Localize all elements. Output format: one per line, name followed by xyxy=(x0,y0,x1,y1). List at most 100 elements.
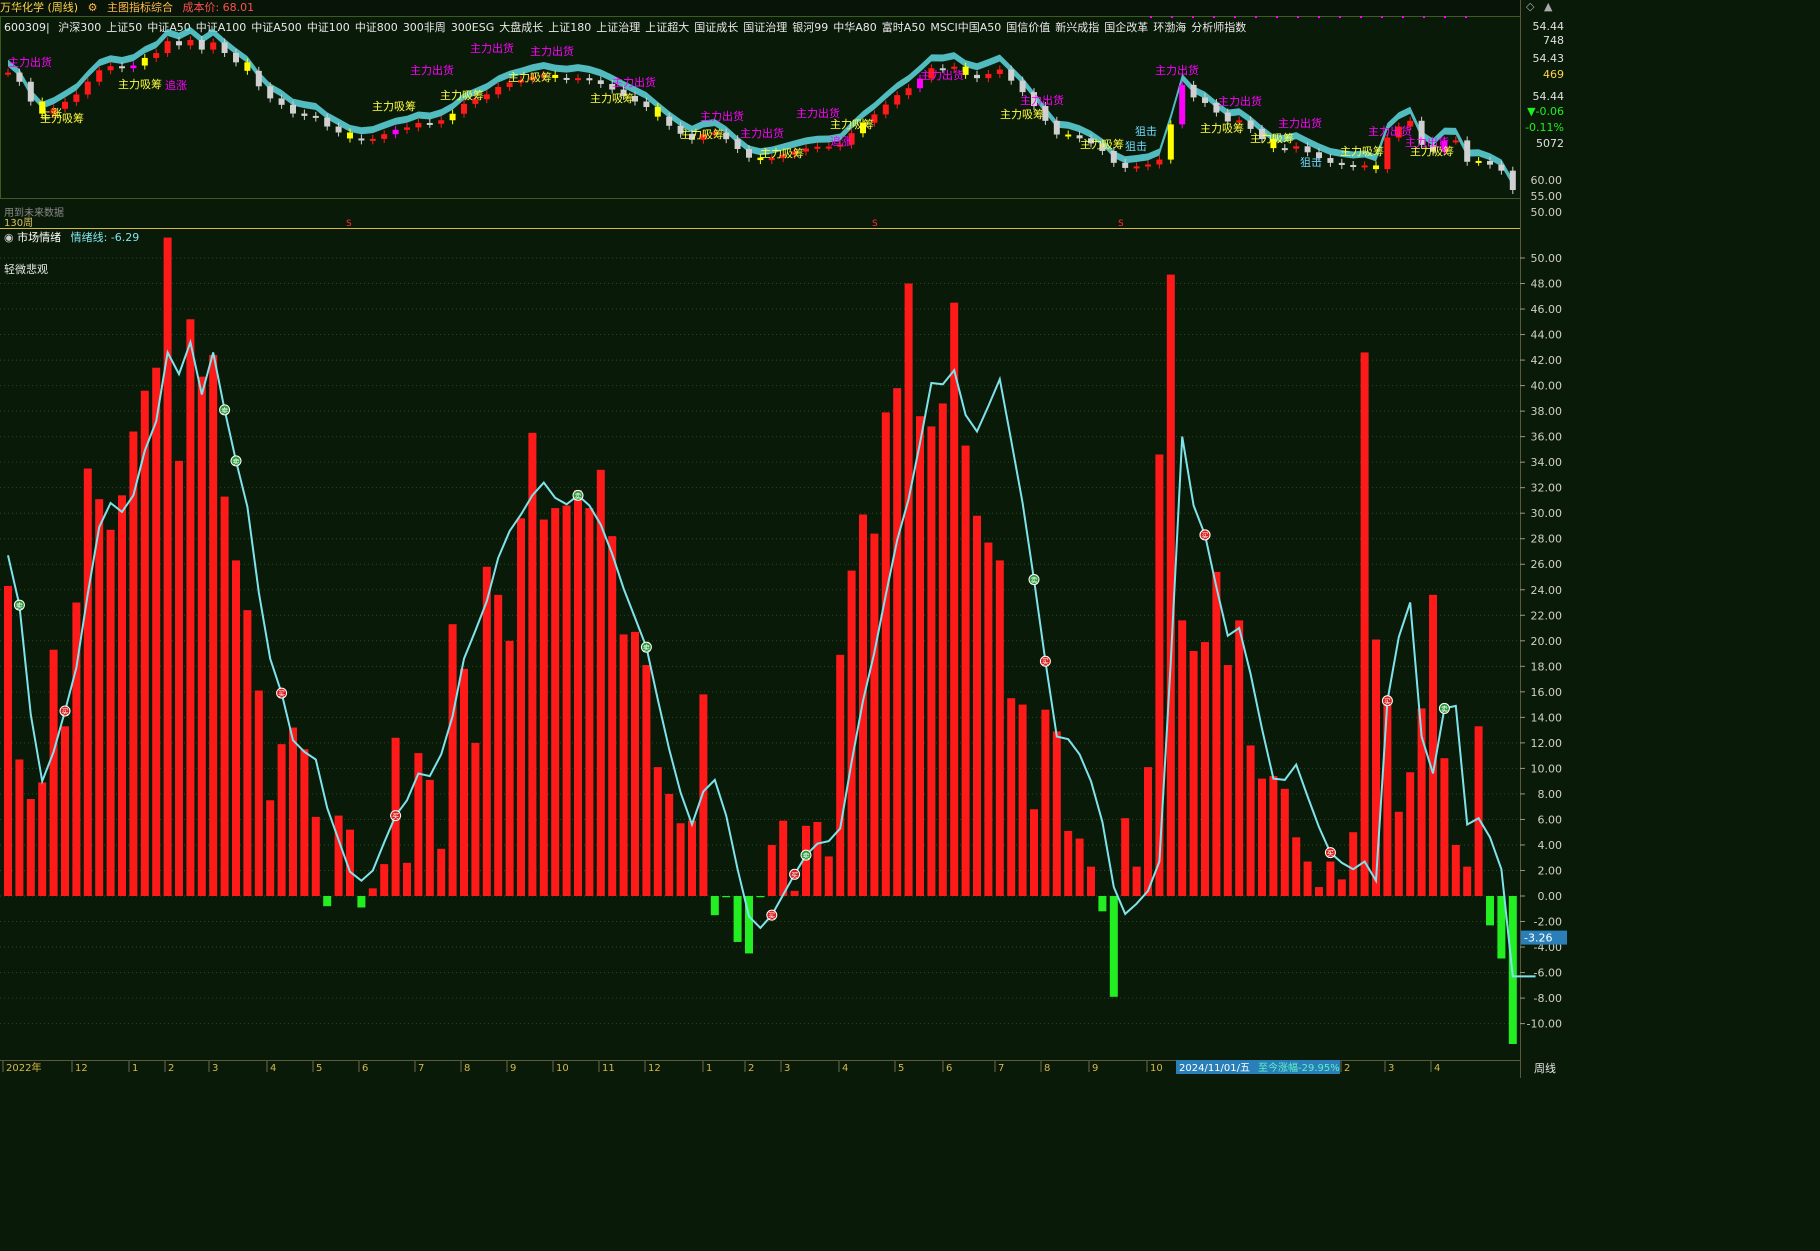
sentiment-bar xyxy=(368,888,377,896)
sentiment-bar xyxy=(380,864,389,896)
sentiment-bar xyxy=(1269,776,1278,896)
time-label: 4 xyxy=(1434,1063,1440,1074)
sentiment-bar xyxy=(197,376,206,897)
candle xyxy=(244,62,251,71)
candle xyxy=(278,98,285,105)
candle xyxy=(381,134,388,139)
y-tick-label: 34.00 xyxy=(1531,456,1563,469)
sentiment-bar xyxy=(1132,866,1141,896)
time-label: 1 xyxy=(132,1063,138,1074)
signal-label: 追涨 xyxy=(165,78,187,92)
signal-dot xyxy=(1276,16,1278,18)
svg-text:买: 买 xyxy=(791,871,798,879)
candle xyxy=(1361,165,1368,168)
sentiment-bar xyxy=(482,566,491,896)
time-label: 6 xyxy=(946,1063,952,1074)
buy-signal-icon: 买 xyxy=(1381,695,1393,707)
sentiment-bar xyxy=(984,542,993,896)
sentiment-bar xyxy=(220,496,229,896)
sell-signal-icon: 卖 xyxy=(1438,702,1450,714)
time-label: 1 xyxy=(706,1063,712,1074)
y-tick-label: 26.00 xyxy=(1531,558,1563,571)
y-tick-label: -6.00 xyxy=(1534,967,1562,980)
y-tick-label: 40.00 xyxy=(1531,380,1563,393)
candle xyxy=(449,113,456,121)
y-tick-label: -10.00 xyxy=(1527,1018,1562,1031)
signal-label: 主力出货 xyxy=(1155,63,1199,77)
signal-dot xyxy=(1381,16,1383,18)
signal-label: 主力吸筹 xyxy=(830,117,874,131)
sentiment-bar xyxy=(927,426,936,896)
buy-signal-icon: 买 xyxy=(390,810,402,822)
sentiment-bar xyxy=(539,519,548,896)
candle xyxy=(882,104,889,115)
signal-label: 主力出货 xyxy=(410,63,454,77)
candle xyxy=(495,86,502,95)
candle xyxy=(198,40,205,50)
signal-label: 上涨 xyxy=(40,107,62,120)
y-tick-label: 28.00 xyxy=(1531,533,1563,546)
sentiment-bar xyxy=(163,237,172,897)
sentiment-bar xyxy=(1041,709,1050,896)
quote-value: 54.44 xyxy=(1533,20,1565,33)
sentiment-bar xyxy=(334,815,343,896)
quote-value: 54.43 xyxy=(1533,52,1565,65)
sentiment-bar xyxy=(619,634,628,896)
sentiment-bar xyxy=(505,640,514,896)
candle xyxy=(734,139,741,149)
sentiment-bar xyxy=(1201,642,1209,896)
sentiment-bar xyxy=(881,412,890,896)
candle xyxy=(426,122,433,125)
candle xyxy=(1202,97,1208,103)
sentiment-bar xyxy=(779,820,788,896)
candle xyxy=(1065,134,1072,137)
sentiment-bar xyxy=(1303,861,1312,896)
period-button[interactable]: 周线 xyxy=(1522,1060,1568,1075)
svg-text:卖: 卖 xyxy=(1031,577,1038,585)
time-axis: 2022年 12 1 2 3 4 5 6 7 8 9 10 11 12 1 2 3 4 5 6 7 8 9 10 2 3 42024… xyxy=(2,219,1440,1074)
sell-signal-icon: 卖 xyxy=(219,404,231,416)
candle xyxy=(130,65,137,69)
signal-label: 主力吸筹 xyxy=(508,70,552,84)
sentiment-bar xyxy=(836,654,845,896)
sentiment-bar xyxy=(1121,818,1130,896)
time-label: 2 xyxy=(168,1063,174,1074)
sentiment-bar xyxy=(1144,767,1152,896)
sentiment-bar xyxy=(209,354,218,896)
y-tick-label: 32.00 xyxy=(1531,482,1563,495)
candle xyxy=(552,74,559,78)
candle xyxy=(1304,146,1311,153)
sentiment-bar xyxy=(790,890,799,896)
candle xyxy=(392,129,399,135)
svg-text:买: 买 xyxy=(1384,698,1391,706)
sentiment-bar xyxy=(767,844,776,896)
sentiment-bar xyxy=(950,302,959,896)
svg-text:卖: 卖 xyxy=(643,644,650,652)
sentiment-bar xyxy=(1315,887,1323,896)
sentiment-bar xyxy=(1463,866,1472,896)
time-label: 3 xyxy=(1388,1063,1394,1074)
quote-value: ▼-0.06 xyxy=(1527,105,1564,118)
sentiment-bar xyxy=(676,823,685,896)
event-marker: S xyxy=(346,219,352,229)
sentiment-bar xyxy=(528,432,537,896)
y-tick-label: 22.00 xyxy=(1531,609,1563,622)
sentiment-bar xyxy=(665,793,674,896)
signal-dot xyxy=(1150,16,1152,18)
sentiment-bar xyxy=(1360,352,1369,896)
candle xyxy=(312,115,319,118)
y-tick-label: 14.00 xyxy=(1531,711,1563,724)
sentiment-bar xyxy=(106,529,115,896)
candle xyxy=(16,72,23,82)
sentiment-bar xyxy=(437,848,446,896)
candle xyxy=(1498,164,1505,171)
signal-dot xyxy=(1318,16,1320,18)
y-tick-label: 48.00 xyxy=(1531,278,1563,291)
sentiment-bar xyxy=(494,594,503,896)
candle xyxy=(597,80,604,85)
y-tick-label: -8.00 xyxy=(1534,992,1562,1005)
candle xyxy=(985,73,992,79)
candle xyxy=(1247,120,1254,129)
signal-dot xyxy=(1360,16,1362,18)
candle xyxy=(233,52,239,63)
